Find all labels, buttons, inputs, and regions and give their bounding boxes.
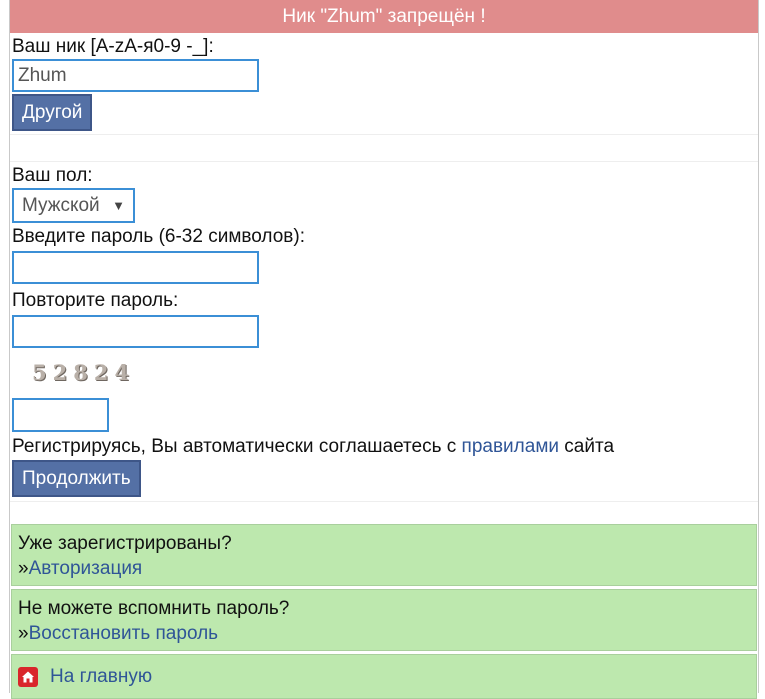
registration-page: Ник "Zhum" запрещён ! Ваш ник [A-zA-я0-9… <box>9 0 759 699</box>
nick-label: Ваш ник [A-zA-я0-9 -_]: <box>12 36 214 57</box>
continue-button[interactable]: Продолжить <box>12 460 141 497</box>
password-repeat-input[interactable] <box>12 315 259 348</box>
password-input[interactable] <box>12 251 259 284</box>
recover-question: Не можете вспомнить пароль? <box>18 598 290 619</box>
home-icon <box>18 666 38 687</box>
error-banner: Ник "Zhum" запрещён ! <box>10 0 758 33</box>
gender-select[interactable]: Мужской ▼ <box>12 188 135 223</box>
gender-label: Ваш пол: <box>12 165 93 186</box>
gender-selected-value: Мужской <box>22 195 100 216</box>
section-divider <box>10 134 758 162</box>
login-box: Уже зарегистрированы? »Авторизация <box>11 524 757 586</box>
recover-arrow: » <box>18 623 29 644</box>
recover-link[interactable]: Восстановить пароль <box>29 623 219 644</box>
captcha-input[interactable] <box>12 398 109 432</box>
login-link[interactable]: Авторизация <box>29 558 143 579</box>
login-link-row: »Авторизация <box>18 556 750 581</box>
captcha-image: 52824 <box>32 360 136 385</box>
agreement-text: Регистрируясь, Вы автоматически соглашае… <box>12 434 756 460</box>
chevron-down-icon: ▼ <box>112 198 125 213</box>
other-nick-button[interactable]: Другой <box>12 94 93 131</box>
agreement-suffix: сайта <box>559 436 615 457</box>
recover-box: Не можете вспомнить пароль? »Восстановит… <box>11 589 757 651</box>
rules-link[interactable]: правилами <box>462 436 559 457</box>
password-label: Введите пароль (6-32 символов): <box>12 226 305 247</box>
password-repeat-label: Повторите пароль: <box>12 290 179 311</box>
details-section: Ваш пол: Мужской ▼ Введите пароль (6-32 … <box>10 164 758 497</box>
recover-link-row: »Восстановить пароль <box>18 621 750 646</box>
login-arrow: » <box>18 558 29 579</box>
home-box: На главную <box>11 654 757 699</box>
nick-input[interactable] <box>12 59 259 92</box>
home-link[interactable]: На главную <box>50 655 152 698</box>
nick-section: Ваш ник [A-zA-я0-9 -_]: Другой <box>10 35 758 131</box>
login-question: Уже зарегистрированы? <box>18 533 232 554</box>
agreement-prefix: Регистрируясь, Вы автоматически соглашае… <box>12 436 462 457</box>
